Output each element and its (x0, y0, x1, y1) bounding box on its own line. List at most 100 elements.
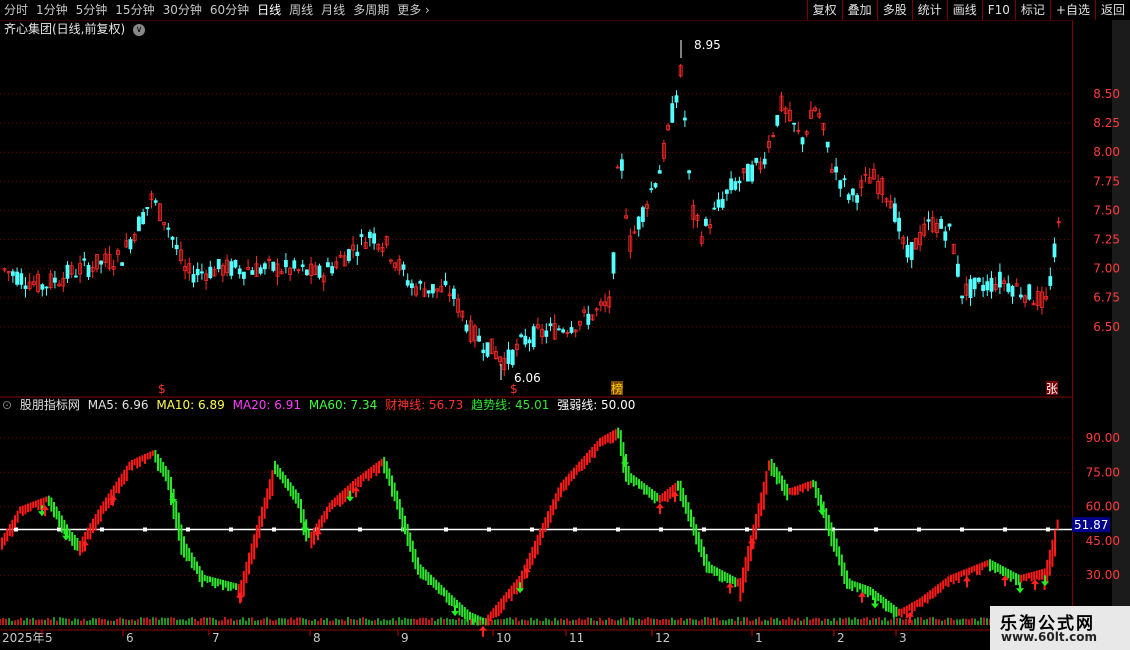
candle-body (519, 334, 523, 337)
candle-body (1019, 294, 1023, 298)
candle-body (430, 284, 435, 294)
candle-body (893, 203, 897, 222)
price-tick-label: 7.50 (1093, 203, 1120, 217)
strength-dot (444, 527, 448, 532)
candle-body (846, 194, 851, 200)
strength-dot (702, 527, 706, 532)
candle-body (237, 268, 242, 275)
strength-dot (745, 527, 749, 532)
candle-body (367, 231, 372, 239)
candle-body (775, 114, 780, 126)
candle-body (19, 273, 24, 285)
candle-body (762, 158, 767, 165)
candle-body (10, 271, 15, 276)
candle-body (464, 324, 469, 332)
candle-body (977, 277, 981, 282)
candle-body (372, 233, 377, 244)
candle-body (74, 275, 78, 278)
price-tick-label: 7.25 (1093, 233, 1120, 247)
candle-body (451, 288, 456, 299)
chevron-down-icon[interactable]: ⊙ (2, 398, 12, 412)
indicator-tick-label: 60.00 (1086, 500, 1120, 514)
candle-body (355, 251, 360, 257)
buy-arrow-icon (656, 503, 664, 515)
kline-chart[interactable]: 8.50 8.25 8.00 7.75 7.50 7.25 7.00 6.75 6.50 8.95… (0, 0, 1130, 650)
candle-body (317, 265, 322, 278)
candle-body (283, 260, 288, 268)
strength-dot (659, 527, 663, 532)
date-label: 10 (496, 631, 511, 645)
strength-dot (358, 527, 362, 532)
date-label: 12 (655, 631, 670, 645)
candle-body (657, 170, 662, 174)
strength-dot (788, 527, 792, 532)
candle-body (145, 206, 150, 210)
candle-body (330, 266, 335, 274)
candle-body (40, 284, 45, 290)
candle-body (481, 349, 486, 354)
candle-body (729, 178, 733, 191)
candle-body (199, 271, 204, 274)
candle-body (258, 267, 263, 274)
candle-body (653, 183, 658, 188)
price-tick-label: 8.25 (1093, 116, 1120, 130)
candle-body (792, 122, 796, 125)
price-tick-label: 7.75 (1093, 174, 1120, 188)
candle-body (99, 260, 103, 265)
candle-body (426, 290, 431, 294)
date-label: 5 (45, 631, 53, 645)
candle-body (15, 271, 20, 285)
candle-body (300, 264, 305, 267)
price-tick-label: 6.50 (1093, 320, 1120, 334)
strength-dot (874, 527, 878, 532)
candle-body (262, 263, 267, 270)
candle-body (86, 265, 91, 277)
candle-body (557, 328, 561, 331)
candle-body (569, 327, 574, 333)
candle-body (985, 281, 990, 291)
candle-body (620, 159, 624, 171)
candle-body (704, 218, 708, 226)
date-label: 3 (899, 631, 907, 645)
candle-body (44, 286, 49, 289)
caishen-value: 财神线: 56.73 (385, 398, 464, 412)
event-marker: 张 (1046, 382, 1058, 396)
date-label: 7 (212, 631, 220, 645)
candle-body (1006, 283, 1011, 292)
candle-body (956, 263, 960, 277)
price-tick-label: 6.75 (1093, 291, 1120, 305)
candle-body (527, 339, 532, 344)
event-marker: $ (510, 382, 518, 396)
ma5-value: MA5: 6.96 (87, 398, 149, 412)
candle-body (191, 274, 196, 283)
candle-body (1027, 284, 1032, 300)
date-label: 2 (837, 631, 845, 645)
candle-body (250, 270, 255, 275)
date-label: 1 (755, 631, 763, 645)
candle-body (477, 335, 482, 342)
date-label: 2025年 (2, 631, 45, 645)
event-marker: $ (158, 382, 166, 396)
candle-body (359, 234, 364, 237)
candle-body (725, 189, 729, 194)
indicator-header: ⊙ 股朋指标网 MA5: 6.96 MA10: 6.89 MA20: 6.91 … (2, 397, 639, 413)
strength-dot (530, 527, 534, 532)
candle-body (548, 323, 553, 327)
candle-body (174, 244, 179, 250)
candle-body (712, 207, 717, 210)
price-tick-label: 8.00 (1093, 145, 1120, 159)
candle-body (855, 195, 859, 203)
buy-arrow-icon (726, 582, 734, 594)
candle-body (401, 264, 406, 270)
indicator-tick-label: 30.00 (1086, 568, 1120, 582)
candle-body (409, 283, 414, 288)
candle-body (216, 259, 221, 270)
strength-dot (917, 527, 921, 532)
candle-body (716, 199, 721, 208)
candle-body (166, 227, 171, 230)
candle-body (851, 188, 855, 196)
candle-body (418, 281, 423, 284)
low-price-label: 6.06 (514, 371, 541, 385)
strength-dot (272, 527, 276, 532)
qiangruo-value: 强弱线: 50.00 (557, 398, 636, 412)
